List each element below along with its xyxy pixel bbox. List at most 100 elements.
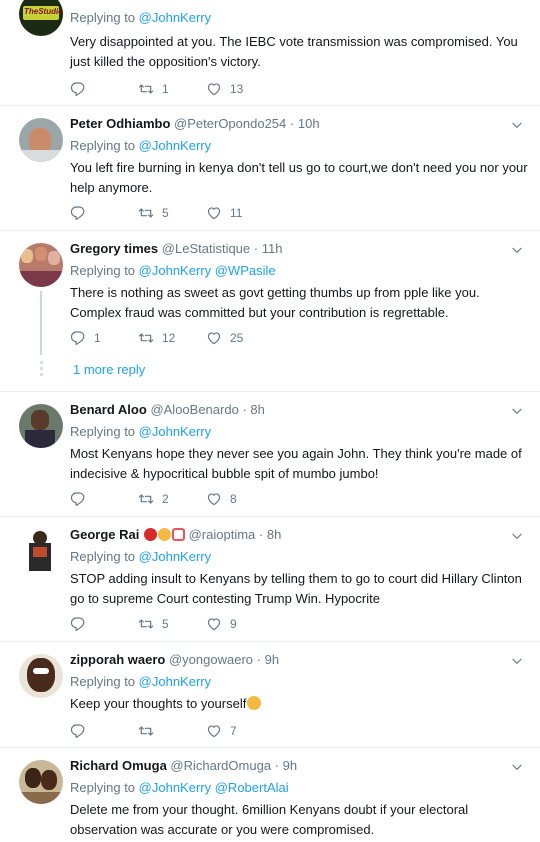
tweet-text: Most Kenyans hope they never see you aga…	[70, 446, 522, 481]
timestamp[interactable]: 8h	[267, 527, 281, 542]
tweet-text: Delete me from your thought. 6million Ke…	[70, 802, 469, 837]
user-handle[interactable]: @raioptima	[189, 527, 256, 542]
retweet-button[interactable]: 2	[138, 491, 206, 507]
like-count: 11	[230, 206, 243, 220]
display-name[interactable]: Peter Odhiambo	[70, 116, 170, 131]
display-name[interactable]: zipporah waero	[70, 652, 165, 667]
reply-icon	[70, 491, 86, 507]
tweet-text: There is nothing as sweet as govt gettin…	[70, 285, 480, 320]
like-button[interactable]: 9	[206, 616, 237, 632]
chevron-down-icon[interactable]	[510, 529, 524, 543]
timestamp[interactable]: 8h	[250, 402, 264, 417]
retweet-button[interactable]	[138, 723, 206, 739]
replying-to: Replying to @JohnKerry @WPasile	[70, 263, 276, 278]
avatar[interactable]	[19, 118, 63, 162]
reply-icon	[70, 205, 86, 221]
reply-button[interactable]	[70, 616, 138, 632]
retweet-icon	[138, 616, 154, 632]
user-handle[interactable]: @AlooBenardo	[150, 402, 238, 417]
mention-link[interactable]: @JohnKerry	[139, 674, 211, 689]
tweet[interactable]: TheStudio Replying to @JohnKerry Very di…	[0, 0, 540, 106]
tweet-text-content: Keep your thoughts to yourself	[70, 696, 247, 711]
smiling-face-emoji-icon	[157, 528, 171, 541]
like-button[interactable]: 25	[206, 330, 243, 346]
replying-to: Replying to @JohnKerry	[70, 424, 211, 439]
grimacing-face-emoji-icon	[247, 696, 262, 710]
mention-link[interactable]: @JohnKerry	[139, 138, 211, 153]
mention-link[interactable]: @JohnKerry	[139, 549, 211, 564]
retweet-button[interactable]: 1	[138, 81, 206, 97]
reply-button[interactable]	[70, 491, 138, 507]
thread-line	[40, 291, 42, 355]
mention-link[interactable]: @JohnKerry	[139, 424, 211, 439]
heart-emoji-icon	[171, 528, 185, 541]
mention-link[interactable]: @JohnKerry @WPasile	[139, 263, 276, 278]
avatar[interactable]	[19, 654, 63, 698]
display-name[interactable]: Richard Omuga	[70, 758, 167, 773]
tweet[interactable]: George Rai @raioptima · 8h Replying to @…	[0, 517, 540, 642]
thread-dots	[38, 361, 44, 379]
like-count: 25	[230, 331, 244, 345]
avatar[interactable]	[19, 529, 63, 573]
tweet[interactable]: Benard Aloo @AlooBenardo · 8h Replying t…	[0, 392, 540, 517]
replying-label: Replying to	[70, 549, 136, 564]
mention-link[interactable]: @JohnKerry	[139, 10, 211, 25]
replying-label: Replying to	[70, 263, 136, 278]
timestamp[interactable]: 9h	[265, 652, 279, 667]
chevron-down-icon[interactable]	[510, 654, 524, 668]
like-button[interactable]: 8	[206, 491, 237, 507]
tweet-actions: 7	[70, 722, 237, 740]
avatar[interactable]	[19, 243, 63, 287]
apple-emoji-icon	[143, 528, 157, 541]
like-count: 7	[230, 724, 237, 738]
tweet[interactable]: Richard Omuga @RichardOmuga · 9h Replyin…	[0, 748, 540, 842]
retweet-icon	[138, 81, 154, 97]
tweet-actions: 5 11	[70, 204, 242, 222]
tweet[interactable]: Gregory times @LeStatistique · 11h Reply…	[0, 231, 540, 392]
tweet-text: Very disappointed at you. The IEBC vote …	[70, 34, 518, 69]
mention-link[interactable]: @JohnKerry @RobertAlai	[139, 780, 289, 795]
user-handle[interactable]: @yongowaero	[169, 652, 253, 667]
tweet-actions: 1 12 25	[70, 329, 243, 347]
tweet[interactable]: zipporah waero @yongowaero · 9h Replying…	[0, 642, 540, 748]
like-button[interactable]: 13	[206, 81, 243, 97]
reply-button[interactable]	[70, 205, 138, 221]
tweet-header: Gregory times @LeStatistique · 11h	[70, 241, 283, 256]
timestamp[interactable]: 10h	[298, 116, 320, 131]
reply-button[interactable]	[70, 723, 138, 739]
like-count: 13	[230, 82, 244, 96]
retweet-button[interactable]: 5	[138, 616, 206, 632]
user-handle[interactable]: @PeterOpondo254	[174, 116, 286, 131]
avatar[interactable]	[19, 760, 63, 804]
retweet-icon	[138, 205, 154, 221]
reply-button[interactable]	[70, 81, 138, 97]
reply-button[interactable]: 1	[70, 330, 138, 346]
display-name[interactable]: George Rai	[70, 527, 139, 542]
user-handle[interactable]: @LeStatistique	[162, 241, 250, 256]
more-replies-link[interactable]: 1 more reply	[73, 362, 145, 377]
avatar[interactable]: TheStudio	[19, 0, 63, 36]
timestamp[interactable]: 11h	[262, 241, 283, 256]
reply-icon	[70, 330, 86, 346]
retweet-button[interactable]: 12	[138, 330, 206, 346]
user-handle[interactable]: @RichardOmuga	[170, 758, 271, 773]
chevron-down-icon[interactable]	[510, 243, 524, 257]
like-button[interactable]: 11	[206, 205, 242, 221]
replying-label: Replying to	[70, 10, 136, 25]
display-name[interactable]: Gregory times	[70, 241, 158, 256]
chevron-down-icon[interactable]	[510, 404, 524, 418]
chevron-down-icon[interactable]	[510, 118, 524, 132]
tweet-actions: 2 8	[70, 490, 237, 508]
reply-icon	[70, 616, 86, 632]
retweet-count: 5	[162, 206, 169, 220]
retweet-count: 5	[162, 617, 169, 631]
timestamp[interactable]: 9h	[283, 758, 297, 773]
display-name[interactable]: Benard Aloo	[70, 402, 147, 417]
tweet[interactable]: Peter Odhiambo @PeterOpondo254 · 10h Rep…	[0, 106, 540, 231]
tweet-header: zipporah waero @yongowaero · 9h	[70, 652, 280, 667]
reply-icon	[70, 81, 86, 97]
like-button[interactable]: 7	[206, 723, 237, 739]
chevron-down-icon[interactable]	[510, 760, 524, 774]
retweet-button[interactable]: 5	[138, 205, 206, 221]
avatar[interactable]	[19, 404, 63, 448]
